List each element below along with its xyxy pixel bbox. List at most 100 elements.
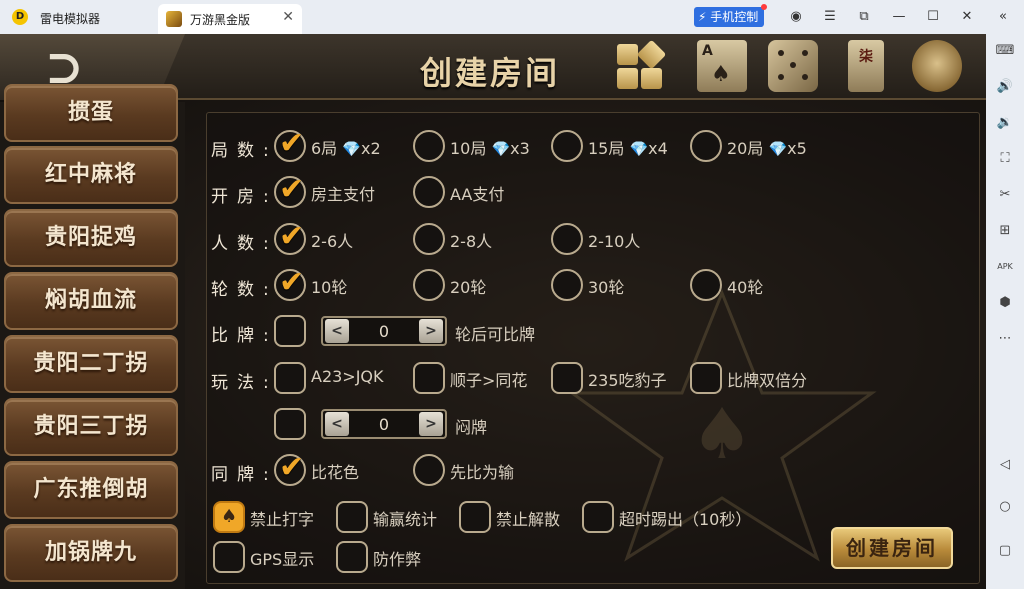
page-title: 创建房间 xyxy=(420,54,561,92)
players-option-label: 2-6人 xyxy=(311,232,354,251)
all-games-icon[interactable] xyxy=(615,39,667,92)
game-menu: 掼蛋 红中麻将 贵阳捉鸡 焖胡血流 贵阳二丁拐 贵阳三丁拐 广东推倒胡 加锅牌九 xyxy=(0,84,185,589)
nav-home-icon[interactable]: ○ xyxy=(994,496,1016,518)
play-style-option-label: A23>JQK xyxy=(311,367,384,386)
rounds-label: 局数: xyxy=(211,141,278,161)
extra-option-label: GPS显示 xyxy=(250,550,315,569)
keyboard-icon[interactable]: ⌨ xyxy=(994,40,1016,62)
minimize-icon[interactable]: — xyxy=(890,8,908,26)
create-room-button[interactable]: 创建房间 xyxy=(831,527,953,569)
poker-card-letter: A xyxy=(702,43,713,59)
compare-label: 比牌: xyxy=(211,326,278,346)
emulator-app-name: 雷电模拟器 xyxy=(40,12,101,26)
game-tab[interactable]: 万游黑金版 ✕ xyxy=(158,4,302,34)
play-style-option-label: 235吃豹子 xyxy=(588,371,667,390)
menu-item-guiyang-sandingguai[interactable]: 贵阳三丁拐 xyxy=(4,398,178,456)
volume-up-icon[interactable]: 🔊 xyxy=(994,76,1016,98)
dice-icon[interactable] xyxy=(768,40,818,92)
turns-option-label: 10轮 xyxy=(311,278,348,297)
room-pay-label: 开房: xyxy=(211,187,278,207)
game-tab-title: 万游黑金版 xyxy=(190,13,251,27)
nav-recents-icon[interactable]: ▢ xyxy=(994,540,1016,562)
menu-item-hongzhong-mahjong[interactable]: 红中麻将 xyxy=(4,146,178,204)
check-mark-icon: ✔ xyxy=(279,265,305,300)
extra-option-label: 输赢统计 xyxy=(373,510,438,529)
menu-icon[interactable]: ☰ xyxy=(821,8,839,26)
rounds-option-label: 15局 xyxy=(588,139,625,158)
apk-install-icon[interactable]: APK xyxy=(994,256,1016,278)
compare-rounds-stepper: < 0 > xyxy=(321,316,447,346)
rounds-option-label: 6局 xyxy=(311,139,338,158)
menu-item-guangdong-tuidaohu[interactable]: 广东推倒胡 xyxy=(4,461,178,519)
menu-item-guiyang-erdingguai[interactable]: 贵阳二丁拐 xyxy=(4,335,178,393)
menu-item-guandan[interactable]: 掼蛋 xyxy=(4,84,178,142)
spade-icon: ♠ xyxy=(711,62,731,87)
check-mark-icon: ✔ xyxy=(279,450,305,485)
turns-option-label: 20轮 xyxy=(450,278,487,297)
blind-caption: 闷牌 xyxy=(455,418,488,437)
increase-arrow-icon[interactable]: > xyxy=(419,412,443,436)
fullscreen-icon[interactable]: ⛶ xyxy=(994,148,1016,170)
play-style-option-label: 比牌双倍分 xyxy=(727,371,808,390)
room-pay-aa-label: AA支付 xyxy=(450,185,505,204)
scissors-icon[interactable]: ✂ xyxy=(994,184,1016,206)
players-option-label: 2-8人 xyxy=(450,232,493,251)
players-option-label: 2-10人 xyxy=(588,232,641,251)
mahjong-tile-icon[interactable]: 柒 xyxy=(848,40,884,92)
nav-back-icon[interactable]: ◁ xyxy=(994,454,1016,476)
emulator-sidebar: ⌨ 🔊 🔉 ⛶ ✂ ⊞ APK ⬢ ⋯ ◁ ○ ▢ xyxy=(986,34,1024,589)
players-label: 人数: xyxy=(211,234,278,254)
diamond-icon: 💎 xyxy=(768,140,788,158)
same-cards-option-label: 先比为输 xyxy=(450,463,515,482)
rounds-option-label: 10局 xyxy=(450,139,487,158)
play-style-option-label: 顺子>同花 xyxy=(450,371,528,390)
rounds-option-cost: x5 xyxy=(787,139,807,158)
phone-control-label: 手机控制 xyxy=(710,10,759,24)
same-cards-option-label: 比花色 xyxy=(311,463,360,482)
game-screen: ⊃ 创建房间 A ♠ 柒 掼蛋 红中麻将 贵阳捉鸡 焖胡血流 贵阳二丁拐 贵阳三丁… xyxy=(0,34,986,589)
spade-check-icon: ♠ xyxy=(221,506,238,527)
extra-option-label: 超时踢出（10秒） xyxy=(619,510,752,529)
turns-option-label: 40轮 xyxy=(727,278,764,297)
blind-rounds-stepper: < 0 > xyxy=(321,409,447,439)
menu-item-guiyang-zhuoji[interactable]: 贵阳捉鸡 xyxy=(4,209,178,267)
collapse-sidebar-icon[interactable]: « xyxy=(994,8,1012,26)
play-style-label: 玩法: xyxy=(211,373,278,393)
game-tab-icon xyxy=(166,11,182,27)
window-restore-icon[interactable]: ⧉ xyxy=(855,8,873,26)
more-options-icon[interactable]: ⋯ xyxy=(994,328,1016,350)
menu-item-menhu-xueliu[interactable]: 焖胡血流 xyxy=(4,272,178,330)
same-cards-label: 同牌: xyxy=(211,465,278,485)
volume-down-icon[interactable]: 🔉 xyxy=(994,112,1016,134)
tab-close-icon[interactable]: ✕ xyxy=(282,9,294,25)
extra-option-label: 禁止打字 xyxy=(250,510,315,529)
diamond-icon: 💎 xyxy=(629,140,649,158)
settings-hex-icon[interactable]: ⬢ xyxy=(994,292,1016,314)
diamond-icon: 💎 xyxy=(342,140,361,158)
lion-dance-icon[interactable] xyxy=(912,40,962,92)
rounds-option-cost: x4 xyxy=(648,139,668,158)
svg-text:♠: ♠ xyxy=(691,393,754,475)
maximize-icon[interactable]: ☐ xyxy=(924,8,942,26)
turns-option-label: 30轮 xyxy=(588,278,625,297)
turns-label: 轮数: xyxy=(211,280,278,300)
check-mark-icon: ✔ xyxy=(279,126,305,161)
menu-item-jiaguo-paijiu[interactable]: 加锅牌九 xyxy=(4,524,178,582)
compare-caption: 轮后可比牌 xyxy=(455,325,536,344)
rounds-option-cost: x3 xyxy=(510,139,530,158)
emulator-logo-icon: D xyxy=(12,9,28,25)
rounds-option-cost: x2 xyxy=(360,139,381,158)
check-mark-icon: ✔ xyxy=(279,219,305,254)
emulator-titlebar: D 雷电模拟器 万游黑金版 ✕ ⚡ 手机控制 ◉ ☰ ⧉ — ☐ ✕ « xyxy=(0,0,1024,34)
phone-control-button[interactable]: ⚡ 手机控制 xyxy=(694,4,768,27)
extra-option-label: 禁止解散 xyxy=(496,510,561,529)
notification-dot xyxy=(761,4,768,10)
close-window-icon[interactable]: ✕ xyxy=(958,8,976,26)
room-pay-host-label: 房主支付 xyxy=(311,185,376,204)
add-app-icon[interactable]: ⊞ xyxy=(994,220,1016,242)
rounds-option-label: 20局 xyxy=(727,139,764,158)
poker-card-icon[interactable]: A ♠ xyxy=(697,40,747,92)
user-icon[interactable]: ◉ xyxy=(787,8,805,26)
extra-option-label: 防作弊 xyxy=(373,550,422,569)
increase-arrow-icon[interactable]: > xyxy=(419,319,443,343)
